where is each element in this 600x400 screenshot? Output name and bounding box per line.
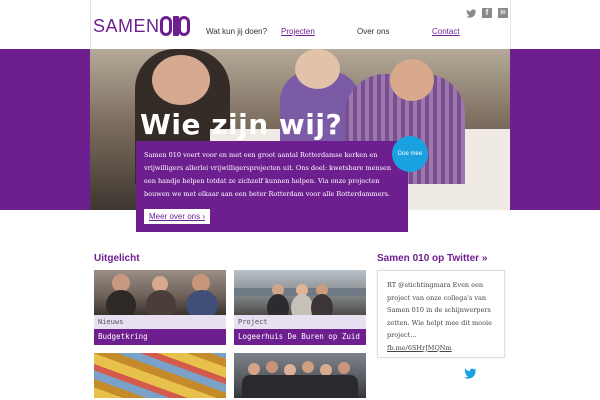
tweet-link[interactable]: fb.me/6SHrJMQNm [387,344,452,352]
card-image-face [266,361,278,373]
card-image-body [146,290,176,315]
site-header: SAMEN [90,0,510,49]
card-image-body [291,294,313,315]
linkedin-icon[interactable]: in [498,8,508,18]
facebook-icon[interactable]: f [482,8,492,18]
logo-010-mark [159,16,190,36]
card-tag: Nieuws [94,315,226,329]
hero-person-3-head [390,59,434,101]
logo-text: SAMEN [93,15,160,36]
card-label[interactable]: Budgetkring [94,329,226,345]
doe-mee-badge[interactable]: Doe mee [392,136,428,172]
card-image-body [311,294,333,315]
card-image [234,270,366,315]
more-about-us-button[interactable]: Meer over ons › [144,209,211,224]
card-image-face [338,362,350,374]
tweet-box: RT @stichtingmara Even een project van o… [377,270,505,358]
hero-person-1-head [152,55,210,105]
card-tag: Project [234,315,366,329]
twitter-bird-icon[interactable] [463,364,477,379]
card-image [94,353,226,398]
nav-item-projecten[interactable]: Projecten [281,27,315,36]
nav-item-over-ons[interactable]: Over ons [357,27,389,36]
card-image-bodies [242,375,358,398]
hero-title: Wie zijn wij? [140,108,343,141]
card-image [94,270,226,315]
card-image-body [267,294,289,315]
card-image-body [106,290,136,315]
intro-text: Samen 010 voert voor en met een groot aa… [144,151,392,198]
card-image-face [302,361,314,373]
nav-item-contact[interactable]: Contact [432,27,460,36]
twitter-icon[interactable] [466,8,476,18]
tweet-text: RT @stichtingmara Even een project van o… [387,279,499,354]
hero-band-right [510,49,600,210]
card-image-body [186,290,218,315]
social-links: f in [466,8,508,18]
card-image-face [248,363,260,375]
tweet-body: RT @stichtingmara Even een project van o… [387,281,492,339]
logo[interactable]: SAMEN [93,14,190,38]
hero-band-left [0,49,90,210]
frame-line-right [510,0,511,49]
card-label[interactable]: Logeerhuis De Buren op Zuid [234,329,366,345]
nav-item-wat-kun-jij-doen[interactable]: Wat kun jij doen? [206,27,267,36]
card-image [234,353,366,398]
hero-person-2-head [295,49,340,89]
featured-title: Uitgelicht [94,253,140,264]
intro-box: Samen 010 voert voor en met een groot aa… [136,141,408,232]
twitter-title[interactable]: Samen 010 op Twitter » [377,253,487,264]
